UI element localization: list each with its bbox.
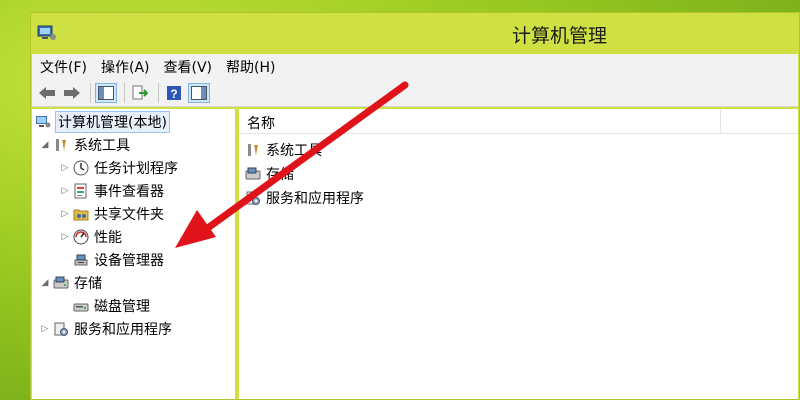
tree-label-storage: 存储 [74, 276, 102, 292]
title-bar[interactable]: 计算机管理 [31, 13, 799, 53]
window-title: 计算机管理 [511, 25, 607, 47]
navigation-tree: 计算机管理(本地) ◢ 系统工具 ▷ 任务计划程序 ▷ 事件查看器 ▷ 共享文件… [32, 109, 236, 399]
watermark: Bai du 经验 jingyan.baidu.com [636, 344, 794, 396]
tree-label-root: 计算机管理(本地) [55, 111, 170, 133]
tree-item-device-manager[interactable]: 设备管理器 [73, 249, 164, 271]
tree-label-device-manager: 设备管理器 [94, 253, 164, 269]
back-button[interactable] [36, 83, 58, 103]
toolbar-separator [158, 82, 159, 103]
toolbar-separator [90, 82, 91, 103]
help-button[interactable]: ? [163, 83, 185, 103]
toolbar-separator [124, 82, 125, 103]
list-item-storage[interactable]: 存储 [245, 163, 294, 185]
tree-item-system-tools[interactable]: ◢ 系统工具 [40, 134, 130, 156]
forward-button[interactable] [61, 83, 83, 103]
performance-icon [73, 229, 89, 245]
list-item-services-apps[interactable]: 服务和应用程序 [245, 187, 364, 209]
column-header-name[interactable]: 名称 [247, 113, 275, 133]
collapse-arrow-icon[interactable]: ◢ [40, 140, 50, 150]
tools-icon [248, 144, 258, 156]
tree-item-task-scheduler[interactable]: ▷ 任务计划程序 [60, 157, 178, 179]
tree-item-storage[interactable]: ◢ 存储 [40, 272, 102, 294]
tree-label-event-viewer: 事件查看器 [94, 184, 164, 200]
tree-label-system-tools: 系统工具 [74, 138, 130, 154]
svg-text:?: ? [170, 87, 177, 101]
storage-icon [245, 167, 261, 180]
tree-label-disk-management: 磁盘管理 [94, 299, 150, 315]
tools-icon [56, 139, 66, 151]
list-item-system-tools[interactable]: 系统工具 [245, 139, 322, 161]
expand-arrow-icon[interactable]: ▷ [40, 324, 50, 334]
menu-view[interactable]: 查看(V) [164, 57, 213, 77]
clock-icon [73, 160, 89, 176]
column-header: 名称 [239, 109, 798, 134]
computer-management-window: 计算机管理 文件(F) 操作(A) 查看(V) 帮助(H) ? 计算机管理(本地… [30, 12, 800, 400]
show-hide-action-pane-button[interactable] [188, 82, 210, 103]
expand-arrow-icon[interactable]: ▷ [60, 209, 70, 219]
expand-arrow-icon[interactable]: ▷ [60, 163, 70, 173]
menu-file[interactable]: 文件(F) [40, 57, 87, 77]
help-icon: ? [167, 85, 181, 101]
export-list-button[interactable] [129, 83, 151, 103]
shared-folder-icon [73, 209, 89, 221]
tree-item-disk-management[interactable]: 磁盘管理 [73, 295, 150, 317]
column-divider[interactable] [720, 109, 721, 133]
storage-icon [53, 276, 69, 289]
list-item-label: 系统工具 [266, 143, 322, 159]
show-hide-tree-icon [98, 85, 114, 100]
event-viewer-icon [74, 183, 87, 199]
services-icon [54, 322, 68, 336]
collapse-arrow-icon[interactable]: ◢ [40, 278, 50, 288]
menu-bar: 文件(F) 操作(A) 查看(V) 帮助(H) [32, 54, 798, 79]
menu-action[interactable]: 操作(A) [101, 57, 150, 77]
tree-item-shared-folders[interactable]: ▷ 共享文件夹 [60, 203, 164, 225]
device-manager-icon [74, 254, 88, 266]
export-list-icon [132, 85, 148, 99]
show-hide-tree-button[interactable] [95, 82, 117, 103]
watermark-url: jingyan.baidu.com [661, 384, 768, 396]
services-icon [246, 191, 260, 205]
menu-help[interactable]: 帮助(H) [226, 57, 275, 77]
expand-arrow-icon[interactable]: ▷ [60, 186, 70, 196]
list-item-label: 服务和应用程序 [266, 191, 364, 207]
disk-management-icon [73, 303, 89, 312]
tree-label-shared-folders: 共享文件夹 [94, 207, 164, 223]
tree-label-services-apps: 服务和应用程序 [74, 322, 172, 338]
show-hide-action-pane-icon [191, 85, 207, 100]
watermark-logo: Bai du 经验 [635, 350, 794, 381]
toolbar: ? [32, 79, 798, 107]
list-item-label: 存储 [266, 167, 294, 183]
tree-item-root[interactable]: 计算机管理(本地) [35, 111, 170, 133]
forward-icon [64, 86, 80, 99]
tree-item-event-viewer[interactable]: ▷ 事件查看器 [60, 180, 164, 202]
computer-management-icon [36, 116, 51, 128]
back-icon [39, 86, 55, 99]
tree-label-task-scheduler: 任务计划程序 [94, 161, 178, 177]
tree-label-performance: 性能 [94, 230, 122, 246]
expand-arrow-icon[interactable]: ▷ [60, 232, 70, 242]
tree-item-services-apps[interactable]: ▷ 服务和应用程序 [40, 318, 172, 340]
tree-item-performance[interactable]: ▷ 性能 [60, 226, 122, 248]
